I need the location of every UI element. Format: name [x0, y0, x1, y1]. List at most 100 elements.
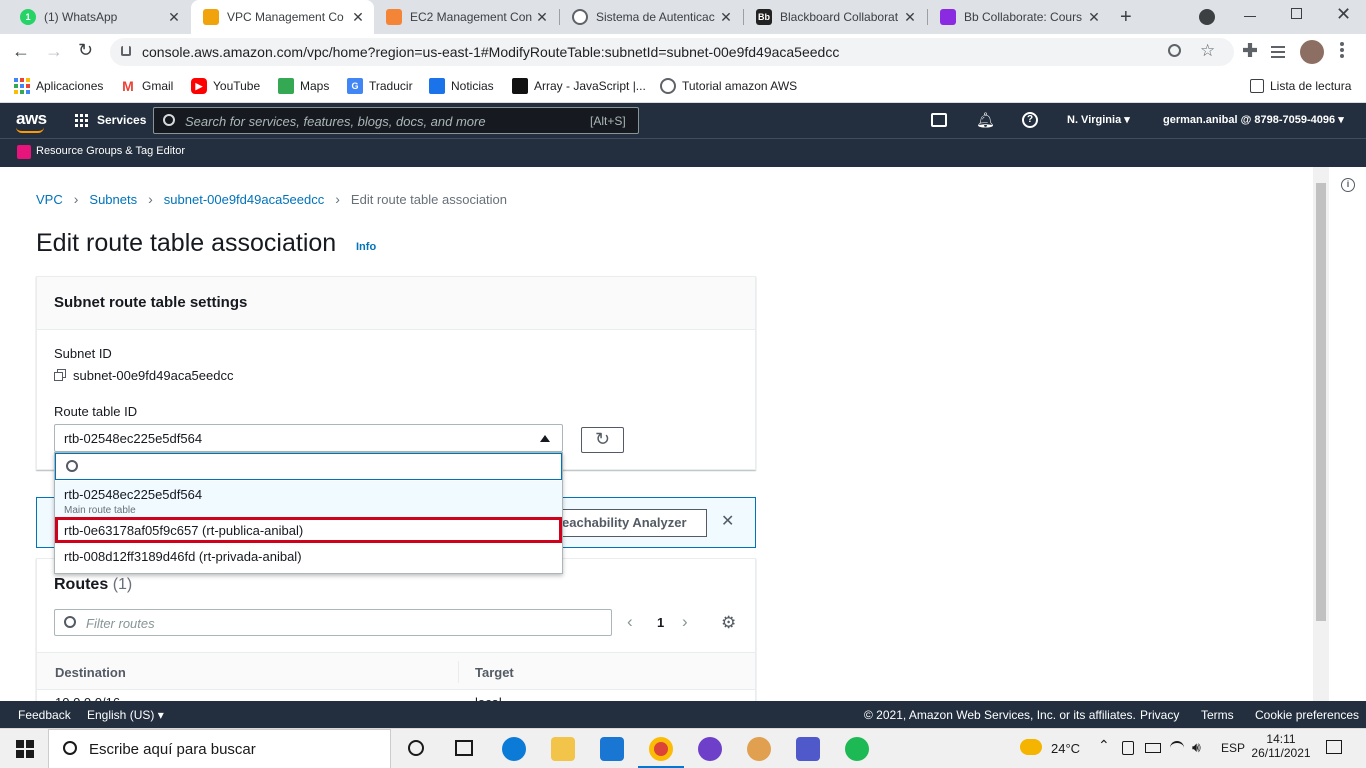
taskbar-search-box[interactable]: Escribe aquí para buscar [48, 729, 391, 768]
cookie-preferences-link[interactable]: Cookie preferences [1255, 708, 1359, 722]
chrome-icon[interactable] [649, 737, 673, 761]
volume-icon[interactable]: 🔊︎ [1192, 739, 1201, 756]
cortana-icon[interactable] [408, 740, 424, 756]
zoom-search-icon[interactable] [1168, 44, 1181, 57]
reload-icon[interactable]: ↻ [78, 40, 93, 61]
language-selector[interactable]: English (US) ▾ [87, 708, 164, 722]
paint-icon[interactable] [747, 737, 771, 761]
breadcrumb-vpc[interactable]: VPC [36, 192, 63, 207]
aws-logo[interactable]: aws [16, 109, 47, 129]
menu-kebab-icon[interactable] [1340, 42, 1344, 46]
browser-tab-vpc[interactable]: VPC Management Co ✕ [191, 0, 374, 34]
bookmark-mdn[interactable]: Array - JavaScript |... [512, 77, 646, 95]
bookmark-star-icon[interactable]: ☆ [1200, 41, 1215, 61]
services-button[interactable]: Services [97, 113, 146, 127]
scrollbar[interactable] [1313, 167, 1329, 701]
browser-tab-blackboard[interactable]: Bb Blackboard Collaborat ✕ [744, 0, 926, 34]
wifi-icon[interactable] [1170, 741, 1184, 755]
browser-tab-ec2[interactable]: EC2 Management Con ✕ [374, 0, 558, 34]
task-view-icon[interactable] [455, 740, 473, 756]
close-icon[interactable]: ✕ [350, 9, 366, 26]
bookmark-youtube[interactable]: ▶ YouTube [191, 77, 260, 95]
minimize-icon[interactable] [1244, 16, 1256, 17]
next-page-icon[interactable]: › [682, 612, 688, 632]
bookmark-translate[interactable]: G Traducir [347, 77, 413, 95]
scrollbar-thumb[interactable] [1316, 183, 1326, 621]
translate-icon: G [347, 78, 363, 94]
clock[interactable]: 14:11 26/11/2021 [1251, 732, 1311, 760]
close-icon[interactable]: ✕ [1086, 9, 1102, 26]
previous-page-icon[interactable]: ‹ [627, 612, 633, 632]
privacy-link[interactable]: Privacy [1140, 708, 1179, 722]
dropdown-option[interactable]: rtb-02548ec225e5df564 Main route table [55, 481, 562, 517]
address-bar[interactable]: console.aws.amazon.com/vpc/home?region=u… [110, 38, 1234, 66]
reading-list[interactable]: Lista de lectura [1250, 77, 1351, 95]
account-menu[interactable]: german.anibal @ 8798-7059-4096 ▾ [1163, 113, 1344, 126]
new-tab-icon[interactable]: + [1120, 6, 1132, 29]
breadcrumb-subnets[interactable]: Subnets [89, 192, 137, 207]
windows-start-icon[interactable] [16, 740, 34, 758]
copy-icon[interactable] [54, 369, 66, 381]
weather-icon[interactable] [1020, 739, 1042, 755]
browser-tab-whatsapp[interactable]: 1 (1) WhatsApp ✕ [8, 0, 190, 34]
route-table-select[interactable]: rtb-02548ec225e5df564 [54, 424, 563, 452]
dropdown-option[interactable]: rtb-008d12ff3189d46fd (rt-privada-anibal… [55, 543, 562, 573]
restore-icon[interactable] [1291, 8, 1302, 19]
notification-center-icon[interactable] [1326, 740, 1342, 754]
column-destination[interactable]: Destination [55, 665, 126, 680]
resource-groups-link[interactable]: Resource Groups & Tag Editor [36, 145, 185, 157]
extensions-icon[interactable] [1243, 43, 1257, 57]
aws-search-input[interactable]: Search for services, features, blogs, do… [153, 107, 639, 134]
chevron-up-icon[interactable]: ⌃ [1098, 737, 1110, 754]
dropdown-filter-input[interactable] [55, 453, 562, 480]
bookmark-news[interactable]: Noticias [429, 77, 494, 95]
usb-icon[interactable] [1122, 741, 1134, 755]
tab-search-icon[interactable] [1199, 9, 1215, 25]
bookmark-tutorial[interactable]: Tutorial amazon AWS [660, 77, 797, 95]
close-icon[interactable]: ✕ [721, 511, 734, 531]
media-icon[interactable] [1271, 46, 1285, 48]
teams-icon[interactable] [796, 737, 820, 761]
breadcrumb-subnet[interactable]: subnet-00e9fd49aca5eedcc [164, 192, 324, 207]
avatar[interactable] [1300, 40, 1324, 64]
column-target[interactable]: Target [475, 665, 514, 680]
bookmark-maps[interactable]: Maps [278, 77, 329, 95]
globe-icon [660, 78, 676, 94]
close-icon[interactable]: ✕ [534, 9, 550, 26]
cloudshell-icon[interactable] [931, 113, 947, 127]
close-icon[interactable]: ✕ [902, 9, 918, 26]
dropdown-option-highlighted[interactable]: rtb-0e63178af05f9c657 (rt-publica-anibal… [55, 517, 562, 543]
info-link[interactable]: Info [356, 241, 376, 253]
help-icon[interactable]: ? [1022, 112, 1038, 128]
filter-routes-input[interactable]: Filter routes [54, 609, 612, 636]
github-desktop-icon[interactable] [698, 737, 722, 761]
edge-icon[interactable] [502, 737, 526, 761]
battery-icon[interactable] [1145, 743, 1161, 753]
terms-link[interactable]: Terms [1201, 708, 1234, 722]
route-table-selected-value: rtb-02548ec225e5df564 [64, 431, 203, 446]
page-number[interactable]: 1 [657, 615, 664, 630]
browser-tab-collaborate[interactable]: Bb Collaborate: Cours ✕ [928, 0, 1110, 34]
refresh-button[interactable]: ↻ [581, 427, 624, 453]
url-text[interactable]: console.aws.amazon.com/vpc/home?region=u… [142, 44, 839, 60]
temperature[interactable]: 24°C [1051, 741, 1080, 756]
mail-icon[interactable] [600, 737, 624, 761]
forward-icon[interactable]: → [45, 41, 63, 62]
close-icon[interactable]: ✕ [718, 9, 734, 26]
region-selector[interactable]: N. Virginia ▾ [1067, 113, 1130, 126]
bookmark-label: YouTube [213, 79, 261, 93]
bookmark-apps[interactable]: Aplicaciones [14, 77, 103, 95]
reachability-analyzer-button[interactable]: eachability Analyzer [547, 509, 707, 537]
browser-tab-autenticacion[interactable]: Sistema de Autenticac ✕ [560, 0, 742, 34]
notifications-bell-icon[interactable]: 🔔︎ [976, 111, 995, 129]
feedback-link[interactable]: Feedback [18, 708, 71, 722]
file-explorer-icon[interactable] [551, 737, 575, 761]
close-icon[interactable]: ✕ [166, 9, 182, 26]
info-panel-icon[interactable]: i [1341, 178, 1355, 192]
bookmark-gmail[interactable]: M Gmail [120, 77, 173, 95]
spotify-icon[interactable] [845, 737, 869, 761]
back-icon[interactable]: ← [12, 41, 30, 62]
input-language[interactable]: ESP [1221, 741, 1245, 755]
settings-gear-icon[interactable]: ⚙ [721, 613, 736, 633]
window-close-icon[interactable]: ✕ [1336, 4, 1351, 25]
